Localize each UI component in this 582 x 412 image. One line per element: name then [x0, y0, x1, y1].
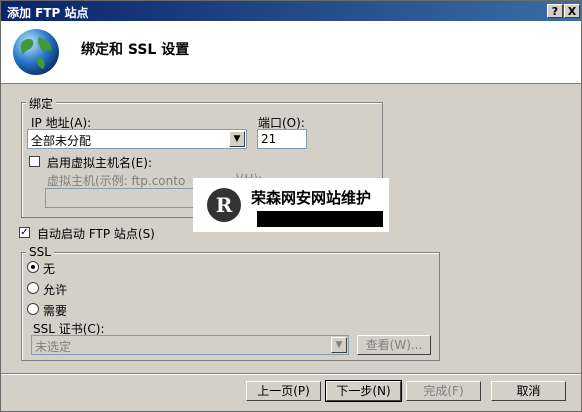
port-input[interactable]: 21 — [257, 129, 307, 149]
finish-button[interactable]: 完成(F) — [406, 381, 481, 401]
ssl-require-label: 需要 — [43, 304, 68, 318]
page-title: 绑定和 SSL 设置 — [81, 42, 190, 58]
watermark: R 荣森网安网站维护 — [193, 178, 389, 232]
ssl-allow-radio[interactable] — [27, 282, 39, 294]
window-title: 添加 FTP 站点 — [7, 6, 89, 20]
previous-button[interactable]: 上一页(P) — [246, 381, 321, 401]
ssl-cert-value: 未选定 — [35, 340, 72, 354]
binding-legend: 绑定 — [26, 95, 57, 112]
dialog-window: 添加 FTP 站点 ? X 绑定和 SSL 设置 绑定 IP 地址(A): 全部… — [0, 0, 582, 412]
ssl-allow-label: 允许 — [43, 283, 68, 297]
virtual-host-checkbox-label: 启用虚拟主机名(E): — [47, 156, 152, 170]
ssl-none-radio[interactable] — [27, 261, 39, 273]
globe-icon — [13, 29, 59, 75]
virtual-host-checkbox[interactable] — [29, 156, 40, 167]
close-button[interactable]: X — [564, 4, 580, 18]
ip-address-value: 全部未分配 — [31, 134, 92, 148]
ssl-legend: SSL — [26, 245, 54, 259]
virtual-host-field-label: 虚拟主机(示例: ftp.conto — [47, 174, 186, 188]
wizard-header: 绑定和 SSL 设置 — [1, 21, 581, 84]
ssl-none-label: 无 — [43, 262, 56, 276]
autostart-label: 自动启动 FTP 站点(S) — [37, 227, 155, 241]
footer-divider — [1, 373, 581, 375]
ip-address-select[interactable]: 全部未分配 ▼ — [27, 129, 247, 149]
ssl-require-radio[interactable] — [27, 303, 39, 315]
port-value: 21 — [261, 132, 277, 146]
view-cert-button[interactable]: 查看(W)... — [357, 335, 431, 355]
cancel-button[interactable]: 取消 — [491, 381, 566, 401]
autostart-checkbox[interactable]: ✓ — [19, 227, 30, 238]
chevron-down-icon[interactable]: ▼ — [229, 131, 245, 147]
watermark-bar — [257, 211, 383, 227]
title-bar: 添加 FTP 站点 ? X — [1, 1, 581, 21]
watermark-text: 荣森网安网站维护 — [251, 189, 372, 207]
ssl-cert-select[interactable]: 未选定 ▼ — [31, 335, 349, 355]
help-button[interactable]: ? — [547, 4, 563, 18]
next-button[interactable]: 下一步(N) — [325, 380, 402, 402]
virtual-host-input[interactable] — [45, 188, 195, 208]
chevron-down-icon[interactable]: ▼ — [331, 337, 347, 353]
watermark-logo: R — [207, 188, 241, 222]
